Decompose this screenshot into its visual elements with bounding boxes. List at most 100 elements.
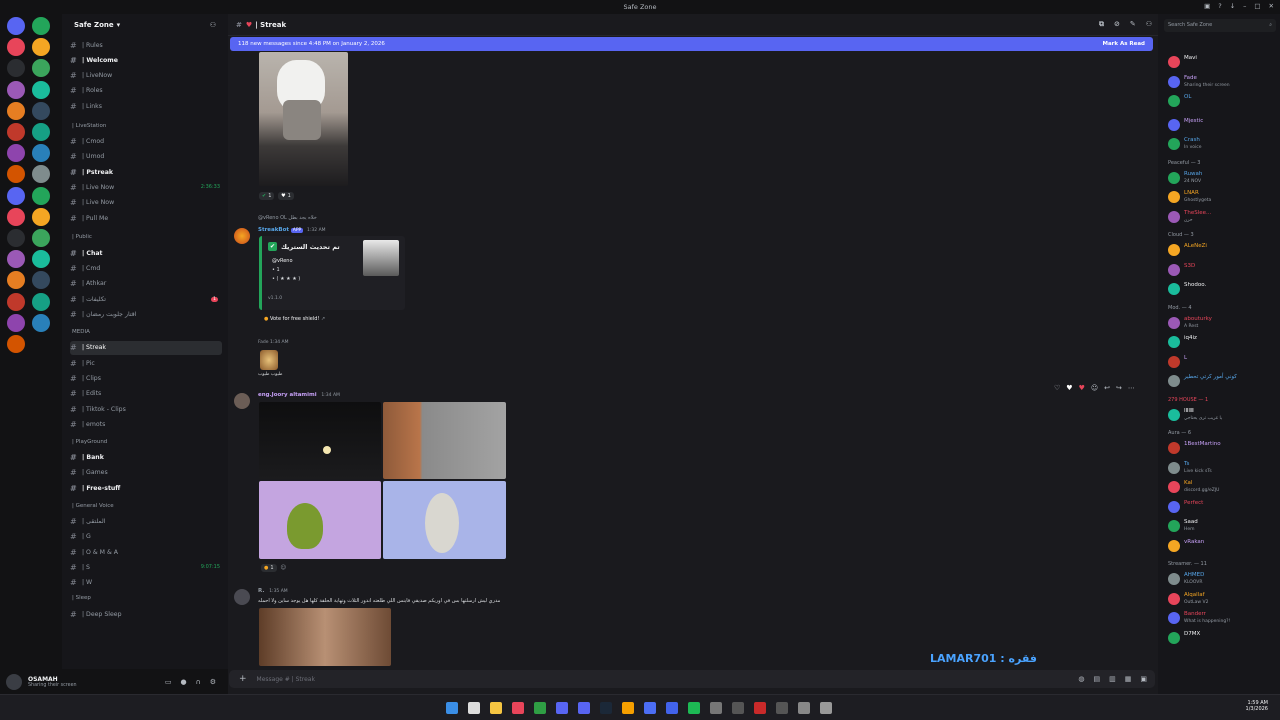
channel-item[interactable]: # | Welcome xyxy=(70,53,222,67)
mark-as-read-button[interactable]: Mark As Read xyxy=(1102,41,1145,47)
member-row[interactable]: abouturky A Rest xyxy=(1168,315,1278,333)
channel-category[interactable]: | Public xyxy=(72,234,92,240)
reaction-check[interactable]: ✔ 1 xyxy=(259,192,275,200)
pin-icon[interactable]: ✎ xyxy=(1130,20,1136,29)
member-row[interactable]: D7MX xyxy=(1168,630,1278,648)
member-row[interactable]: Mjestic xyxy=(1168,117,1278,135)
steam-icon[interactable] xyxy=(600,702,612,714)
emoji-icon[interactable]: ▣ xyxy=(1140,675,1147,683)
inbox-icon[interactable]: ▣ xyxy=(1204,2,1210,10)
add-reaction-icon[interactable]: ☺ xyxy=(1091,384,1098,392)
app-icon[interactable] xyxy=(512,702,524,714)
app-icon[interactable] xyxy=(556,702,568,714)
gift-icon[interactable]: ◍ xyxy=(1078,675,1084,683)
channel-item[interactable]: # | اقتار جلوبت رمضان xyxy=(70,308,222,322)
server-icon[interactable] xyxy=(32,38,50,57)
channel-item[interactable]: # | Games xyxy=(70,466,222,480)
channel-category[interactable]: MEDIA xyxy=(72,329,90,335)
server-icon[interactable] xyxy=(7,17,25,35)
channel-item[interactable]: # | Athkar xyxy=(70,277,222,291)
channel-item[interactable]: # | Rules xyxy=(70,38,222,52)
mute-icon[interactable]: ⊘ xyxy=(1114,20,1120,29)
heart-react-icon[interactable]: ♡ xyxy=(1054,384,1060,392)
server-icon[interactable] xyxy=(7,313,25,332)
discord-icon[interactable] xyxy=(578,702,590,714)
channel-item[interactable]: # | Links xyxy=(70,99,222,113)
channel-item[interactable]: # | Roles xyxy=(70,84,222,98)
message-composer[interactable]: + Message # | Streak ◍ ▤ ▥ ▦ ▣ xyxy=(229,670,1155,688)
server-icon[interactable] xyxy=(32,101,50,120)
member-row[interactable]: AHMED KLOOVR xyxy=(1168,571,1278,589)
channel-item[interactable]: # | LiveNow xyxy=(70,69,222,83)
channel-item[interactable]: # | Clips xyxy=(70,371,222,385)
search-icon[interactable] xyxy=(468,702,480,714)
server-icon[interactable] xyxy=(7,59,25,78)
screen-share-icon[interactable]: ▭ xyxy=(165,678,172,686)
channel-item[interactable]: # | Pic xyxy=(70,356,222,370)
channel-item[interactable]: # | Tiktok - Clips xyxy=(70,402,222,416)
server-icon[interactable] xyxy=(7,186,25,205)
member-row[interactable]: iq4iz xyxy=(1168,334,1278,352)
street-lamp-image[interactable] xyxy=(259,402,381,479)
new-messages-banner[interactable]: 118 new messages since 4:48 PM on Januar… xyxy=(230,37,1153,51)
channel-item[interactable]: # | تكليفات 1 xyxy=(70,292,222,306)
app-icon[interactable] xyxy=(776,702,788,714)
cockatiel-image[interactable] xyxy=(383,481,506,559)
maximize-icon[interactable]: □ xyxy=(1254,2,1260,10)
server-icon[interactable] xyxy=(7,38,25,57)
channel-category[interactable]: | LiveStation xyxy=(72,123,106,129)
gif-icon[interactable]: ▤ xyxy=(1094,675,1101,683)
message-input[interactable]: Message # | Streak xyxy=(257,676,315,683)
server-icon[interactable] xyxy=(32,165,50,184)
member-row[interactable]: Shodoo. xyxy=(1168,281,1278,299)
member-row[interactable]: S3D xyxy=(1168,262,1278,280)
server-icon[interactable] xyxy=(32,144,50,163)
server-header[interactable]: Safe Zone ▾ ⚇ xyxy=(62,14,228,36)
server-icon[interactable] xyxy=(7,80,25,99)
server-icon[interactable] xyxy=(32,250,50,269)
minimize-icon[interactable]: – xyxy=(1243,2,1246,10)
channel-item[interactable]: # | W xyxy=(70,576,222,590)
microphone-icon[interactable]: ● xyxy=(180,678,186,686)
app-icon[interactable] xyxy=(622,702,634,714)
server-icon[interactable] xyxy=(7,229,25,247)
reaction-emoji[interactable]: ● 1 xyxy=(261,564,277,572)
member-row[interactable]: Kal discord.gg/eZJU xyxy=(1168,479,1278,497)
server-icon[interactable] xyxy=(32,271,50,290)
threads-icon[interactable]: ⧉ xyxy=(1099,20,1104,29)
channel-item[interactable]: # | Live Now xyxy=(70,196,222,210)
channel-category[interactable]: | Sleep xyxy=(72,595,91,601)
eng-name[interactable]: eng.Joory altamimi xyxy=(258,392,317,398)
app-icon[interactable] xyxy=(820,702,832,714)
channel-item[interactable]: # | Bank xyxy=(70,451,222,465)
server-icon[interactable] xyxy=(32,59,50,78)
eng-avatar[interactable] xyxy=(234,393,250,409)
member-row[interactable]: TheSlee... حزن xyxy=(1168,209,1278,227)
channel-category[interactable]: | General Voice xyxy=(72,503,114,509)
reply-icon[interactable]: ↩ xyxy=(1104,384,1110,392)
file-explorer-icon[interactable] xyxy=(490,702,502,714)
server-icon[interactable] xyxy=(32,292,50,311)
embed-thumbnail[interactable] xyxy=(363,240,399,276)
app-icon[interactable] xyxy=(666,702,678,714)
server-icon[interactable] xyxy=(32,123,50,141)
channel-item[interactable]: # | S 9:07:15 xyxy=(70,560,222,574)
member-row[interactable]: Crash In voice xyxy=(1168,136,1278,154)
window-image[interactable] xyxy=(383,402,506,479)
member-row[interactable]: Banderr What is happening?! xyxy=(1168,610,1278,628)
windows-icon[interactable] xyxy=(446,702,458,714)
channel-category[interactable]: | PlayGround xyxy=(72,439,107,445)
channel-item[interactable]: # | Cmod xyxy=(70,135,222,149)
member-row[interactable]: Ruwah 24 NOV xyxy=(1168,170,1278,188)
server-icon[interactable] xyxy=(32,80,50,99)
close-icon[interactable]: ✕ xyxy=(1269,2,1274,10)
channel-item[interactable]: # | Pull Me xyxy=(70,211,222,225)
download-icon[interactable]: ↓ xyxy=(1230,2,1235,10)
add-reaction-icon[interactable]: ☺ xyxy=(280,565,286,571)
channel-item[interactable]: # | Chat xyxy=(70,246,222,260)
member-row[interactable]: Mavi xyxy=(1168,54,1278,72)
app-icon[interactable] xyxy=(644,702,656,714)
channel-item[interactable]: # | Pstreak xyxy=(70,165,222,179)
member-row[interactable]: ⅠⅡⅠⅢ يا غريب ترى يحتاجي xyxy=(1168,407,1278,425)
parrot-image[interactable] xyxy=(259,481,381,559)
